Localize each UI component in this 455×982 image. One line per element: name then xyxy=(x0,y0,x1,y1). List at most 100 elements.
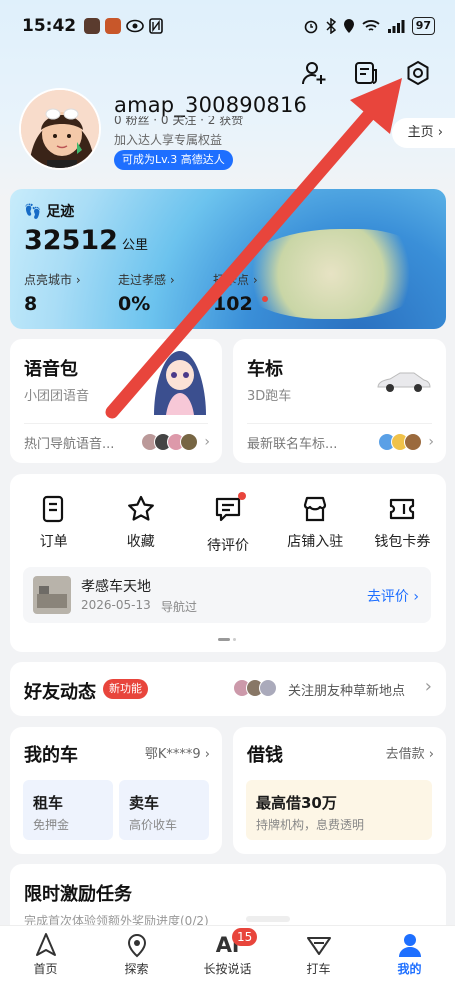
place-thumbnail xyxy=(33,576,71,614)
bluetooth-icon xyxy=(326,18,336,34)
sell-car-button[interactable]: 卖车 高价收车 xyxy=(119,780,209,840)
footprint-stat-label[interactable]: 走过孝感 › xyxy=(118,271,175,288)
new-dot xyxy=(262,296,268,302)
task-progress-bar xyxy=(246,916,290,922)
status-time: 15:42 xyxy=(22,16,77,36)
review-action: 导航过 xyxy=(161,600,198,614)
loan-title: 借钱 xyxy=(247,745,283,766)
my-car-card[interactable]: 我的车 鄂K****9 › 租车 免押金 卖车 高价收车 xyxy=(10,727,222,854)
taxi-nav-icon xyxy=(306,937,331,955)
wallet-icon xyxy=(390,498,415,520)
friend-avatars xyxy=(233,679,277,697)
status-bar: 15:42 97 xyxy=(0,0,455,52)
nav-taxi[interactable]: 打车 xyxy=(273,926,364,982)
notification-count-badge: 15 xyxy=(232,928,258,946)
footprint-stat-value: 8 xyxy=(24,293,38,315)
chevron-right-icon: › xyxy=(437,125,443,140)
voice-pack-sub: 小团团语音 xyxy=(24,389,90,404)
location-status-icon xyxy=(343,19,354,33)
review-reminder[interactable]: 孝感车天地 2026-05-13 导航过 去评价 › xyxy=(23,567,431,623)
star-icon xyxy=(127,495,154,521)
homepage-label: 主页 xyxy=(407,125,434,140)
car-logo-title: 车标 xyxy=(247,359,283,380)
tasks-title: 限时激励任务 xyxy=(24,884,132,905)
new-dot xyxy=(238,492,246,500)
messages-button[interactable] xyxy=(349,56,383,90)
wifi-icon xyxy=(362,20,380,31)
nav-home[interactable]: 首页 xyxy=(0,926,91,982)
nfc-icon xyxy=(149,18,163,34)
footprint-stat-value: 0% xyxy=(118,293,151,315)
review-date: 2026-05-13 xyxy=(81,598,151,612)
footprint-card[interactable]: 👣 足迹 32512 公里 点亮城市 › 走过孝感 › 打卡点 › 8 0% 10… xyxy=(10,189,446,329)
signal-icon xyxy=(387,20,405,33)
go-review-link[interactable]: 去评价 › xyxy=(367,586,419,606)
tab-shop-join[interactable]: 店铺入驻 xyxy=(272,495,359,555)
loan-offer[interactable]: 最高借30万 持牌机构，息费透明 xyxy=(246,780,432,840)
plate-number[interactable]: 鄂K****9 › xyxy=(145,743,210,762)
globe-landmass xyxy=(236,229,426,319)
chevron-right-icon: › xyxy=(428,434,434,450)
tab-pending-review[interactable]: 待评价 xyxy=(184,492,271,555)
service-tabs: 订单 收藏 待评价 店铺入驻 钱包卡券 xyxy=(10,492,446,555)
document-icon xyxy=(355,62,377,84)
sports-car-icon xyxy=(377,372,431,392)
rent-car-button[interactable]: 租车 免押金 xyxy=(23,780,113,840)
my-car-title: 我的车 xyxy=(24,745,78,766)
battery-indicator: 97 xyxy=(411,17,435,35)
settings-button[interactable] xyxy=(401,56,435,90)
tab-wallet[interactable]: 钱包卡券 xyxy=(359,495,446,555)
eye-icon xyxy=(126,19,144,33)
explore-nav-icon xyxy=(127,934,146,958)
chevron-right-icon: › xyxy=(204,434,210,450)
footprint-stat-label[interactable]: 点亮城市 › xyxy=(24,271,81,288)
voice-avatars: › xyxy=(141,433,210,451)
footprint-icon: 👣 xyxy=(24,204,42,220)
car-logo-footer: 最新联名车标... xyxy=(247,437,338,452)
page-indicator xyxy=(218,638,236,641)
app-notification-icon xyxy=(105,18,122,34)
avatar xyxy=(404,433,423,451)
alarm-icon xyxy=(304,20,317,34)
add-friend-button[interactable] xyxy=(297,56,331,90)
home-nav-icon xyxy=(35,933,56,956)
nav-explore[interactable]: 探索 xyxy=(91,926,182,982)
tab-orders[interactable]: 订单 xyxy=(10,495,97,555)
footprint-title: 👣 足迹 xyxy=(24,204,75,220)
voice-character-illustration xyxy=(154,351,206,415)
level-badge[interactable]: 可成为Lv.3 高德达人 xyxy=(114,150,233,170)
homepage-button[interactable]: 主页 › xyxy=(391,118,455,148)
friends-feed-desc: 关注朋友种草新地点 xyxy=(288,684,406,699)
borrow-link[interactable]: 去借款 › xyxy=(386,743,434,762)
review-place-name: 孝感车天地 xyxy=(81,579,151,595)
profile-subline: 加入达人享专属权益 xyxy=(114,133,223,147)
friends-feed-title: 好友动态 xyxy=(24,682,96,703)
car-logo-sub: 3D跑车 xyxy=(247,389,292,404)
bottom-navigation: 首页 探索 Ai 15 长按说话 打车 我的 xyxy=(0,925,455,982)
friends-feed-card[interactable]: 好友动态 新功能 关注朋友种草新地点 › xyxy=(10,662,446,716)
nav-voice-ai[interactable]: Ai 15 长按说话 xyxy=(182,926,273,982)
avatar xyxy=(259,679,277,697)
avatar[interactable] xyxy=(19,88,101,170)
comment-icon xyxy=(215,497,241,522)
settings-icon xyxy=(407,60,429,86)
new-feature-badge: 新功能 xyxy=(103,679,148,699)
username[interactable]: amap_300890816 xyxy=(114,93,307,117)
voice-pack-footer: 热门导航语音... xyxy=(24,437,115,452)
car-logo-avatars: › xyxy=(378,433,434,451)
nav-me[interactable]: 我的 xyxy=(364,926,455,982)
footprint-distance: 32512 公里 xyxy=(24,225,148,256)
add-user-icon xyxy=(302,62,326,85)
top-actions xyxy=(297,56,435,90)
me-nav-icon xyxy=(398,934,421,957)
app-notification-icon xyxy=(84,18,101,34)
chevron-right-icon: › xyxy=(424,676,432,697)
tab-favorites[interactable]: 收藏 xyxy=(97,495,184,555)
voice-pack-title: 语音包 xyxy=(24,359,78,380)
footprint-stat-label[interactable]: 打卡点 › xyxy=(213,271,258,288)
car-logo-card[interactable]: 车标 3D跑车 最新联名车标... › xyxy=(233,339,446,463)
profile-stats: 0 粉丝 · 0 关注 · 2 获赞 xyxy=(114,116,244,126)
footprint-stat-value: 102 xyxy=(213,293,253,315)
voice-pack-card[interactable]: 语音包 小团团语音 热门导航语音... › xyxy=(10,339,222,463)
loan-card[interactable]: 借钱 去借款 › 最高借30万 持牌机构，息费透明 xyxy=(233,727,446,854)
